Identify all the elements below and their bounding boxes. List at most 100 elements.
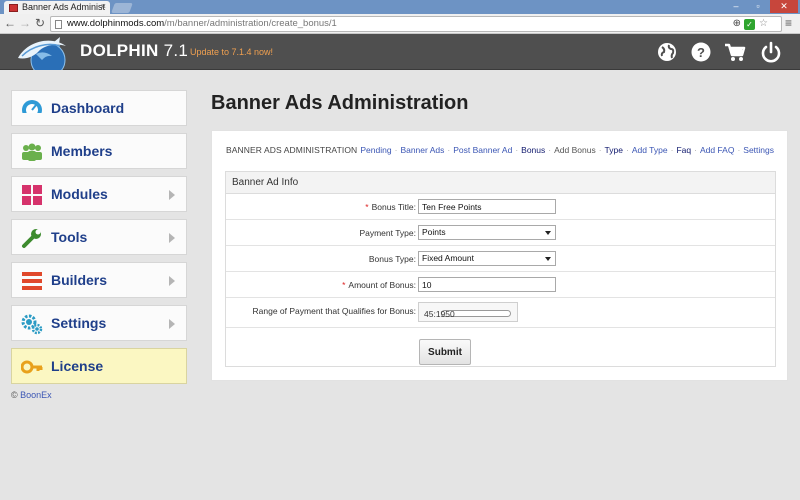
submenu-add-bonus: Add Bonus — [554, 145, 596, 155]
submenu-separator: · — [598, 145, 602, 155]
update-link[interactable]: Update to 7.1.4 now! — [190, 47, 273, 57]
sidebar-item-modules[interactable]: Modules — [11, 176, 187, 212]
submenu-separator: · — [515, 145, 519, 155]
amount-label-text: Amount of Bonus: — [348, 280, 416, 290]
sidebar-item-tools[interactable]: Tools — [11, 219, 187, 255]
form-section-title: Banner Ad Info — [226, 172, 775, 194]
chevron-right-icon — [169, 233, 175, 243]
payment-type-label: Payment Type: — [359, 228, 416, 238]
window-minimize-icon[interactable]: – — [726, 0, 746, 13]
sidebar-item-members[interactable]: Members — [11, 133, 187, 169]
amount-input[interactable] — [418, 277, 556, 292]
browser-toolbar: ← → ↻ www.dolphinmods.com/m/banner/admin… — [0, 14, 800, 34]
form-row-range: Range of Payment that Qualifies for Bonu… — [226, 298, 775, 328]
sidebar-item-label: License — [51, 358, 104, 374]
submenu-settings[interactable]: Settings — [743, 145, 774, 155]
url-path: /m/banner/administration/create_bonus/1 — [164, 18, 337, 29]
submenu-type[interactable]: Type — [605, 145, 623, 155]
tab-title: Banner Ads Administ — [22, 2, 106, 12]
globe-icon[interactable] — [656, 41, 678, 63]
submenu-bonus[interactable]: Bonus — [521, 145, 545, 155]
reload-icon[interactable]: ↻ — [33, 16, 47, 30]
form-row-submit: Submit — [226, 328, 775, 374]
browser-tabbar: Banner Ads Administ × – ▫ ✕ — [0, 0, 800, 14]
chevron-right-icon — [169, 319, 175, 329]
payment-range-slider[interactable]: 45:1950 — [418, 302, 518, 322]
dolphin-logo[interactable] — [14, 36, 72, 70]
bonus-title-label-text: Bonus Title: — [371, 202, 416, 212]
form-row-bonus-type: Bonus Type: Fixed Amount — [226, 246, 775, 272]
sidebar-item-builders[interactable]: Builders — [11, 262, 187, 298]
form-row-payment-type: Payment Type: Points — [226, 220, 775, 246]
required-marker: * — [365, 202, 369, 212]
help-icon[interactable]: ? — [690, 41, 712, 63]
sidebar-item-license[interactable]: License — [11, 348, 187, 384]
submenu-add-type[interactable]: Add Type — [632, 145, 668, 155]
sidebar-item-label: Modules — [51, 186, 108, 202]
submenu-separator: · — [394, 145, 398, 155]
panel-caption: BANNER ADS ADMINISTRATION — [226, 145, 358, 155]
amount-label: * Amount of Bonus: — [342, 280, 416, 290]
page-icon — [55, 20, 62, 29]
form-row-bonus-title: * Bonus Title: — [226, 194, 775, 220]
bonus-title-input[interactable] — [418, 199, 556, 214]
forward-arrow-icon[interactable]: → — [18, 16, 32, 30]
submenu-add-faq[interactable]: Add FAQ — [700, 145, 735, 155]
range-label: Range of Payment that Qualifies for Bonu… — [252, 306, 416, 316]
new-tab-button[interactable] — [111, 3, 133, 13]
copyright-symbol: © — [11, 390, 18, 400]
address-bar[interactable]: www.dolphinmods.com/m/banner/administrat… — [50, 16, 782, 32]
bonus-form: Banner Ad Info *Bonus Title: Payment Typ… — [225, 171, 776, 367]
boonex-link[interactable]: BoonEx — [20, 390, 52, 400]
window-maximize-icon[interactable]: ▫ — [748, 0, 768, 13]
submenu-separator: · — [737, 145, 741, 155]
tab-close-icon[interactable]: × — [101, 1, 106, 11]
dashboard-icon — [21, 100, 43, 120]
sidebar-item-label: Dashboard — [51, 100, 125, 116]
submenu-separator: · — [625, 145, 629, 155]
submenu-separator: · — [447, 145, 451, 155]
sidebar-item-label: Builders — [51, 272, 108, 288]
extension-icon[interactable]: ✓ — [744, 19, 755, 30]
wrench-icon — [22, 229, 41, 248]
browser-menu-icon[interactable]: ≡ — [785, 16, 792, 30]
sidebar: Dashboard Members Modules Tools Builders — [11, 90, 187, 391]
members-icon — [22, 143, 42, 161]
power-icon[interactable] — [760, 41, 782, 63]
brand-name[interactable]: DOLPHIN 7.1 — [80, 41, 188, 61]
zoom-icon[interactable]: ⊕ — [733, 18, 741, 30]
favicon-icon — [9, 4, 18, 12]
payment-type-select[interactable]: Points — [418, 225, 556, 240]
back-arrow-icon[interactable]: ← — [3, 16, 17, 30]
brand-text: DOLPHIN — [80, 41, 159, 60]
chevron-right-icon — [169, 276, 175, 286]
sidebar-item-settings[interactable]: Settings — [11, 305, 187, 341]
cart-icon[interactable] — [724, 41, 746, 63]
admin-panel: BANNER ADS ADMINISTRATION Pending · Banner… — [211, 130, 788, 381]
submenu-separator: · — [548, 145, 552, 155]
bonus-type-label: Bonus Type: — [368, 254, 416, 264]
svg-text:?: ? — [697, 45, 705, 60]
sidebar-item-label: Members — [51, 143, 113, 159]
gears-icon — [21, 314, 43, 335]
key-icon — [21, 360, 43, 374]
submenu: Pending · Banner Ads · Post Banner Ad · Bonus ·… — [360, 145, 774, 155]
submenu-post-banner-ad[interactable]: Post Banner Ad — [453, 145, 512, 155]
bonus-type-select[interactable]: Fixed Amount — [418, 251, 556, 266]
bonus-type-value: Fixed Amount — [422, 253, 474, 263]
builders-icon — [22, 272, 42, 290]
sidebar-item-label: Settings — [51, 315, 107, 331]
window-close-icon[interactable]: ✕ — [770, 0, 798, 13]
dropdown-caret-icon — [545, 257, 551, 261]
submenu-faq[interactable]: Faq — [676, 145, 691, 155]
page-title: Banner Ads Administration — [211, 92, 469, 114]
submenu-pending[interactable]: Pending — [360, 145, 391, 155]
sidebar-item-label: Tools — [51, 229, 88, 245]
submit-button[interactable]: Submit — [419, 339, 471, 365]
submenu-separator: · — [694, 145, 697, 155]
sidebar-item-dashboard[interactable]: Dashboard — [11, 90, 187, 126]
bookmark-star-icon[interactable]: ☆ — [759, 18, 768, 30]
required-marker: * — [342, 280, 346, 290]
submenu-banner-ads[interactable]: Banner Ads — [400, 145, 444, 155]
browser-tab[interactable]: Banner Ads Administ × — [4, 1, 110, 14]
